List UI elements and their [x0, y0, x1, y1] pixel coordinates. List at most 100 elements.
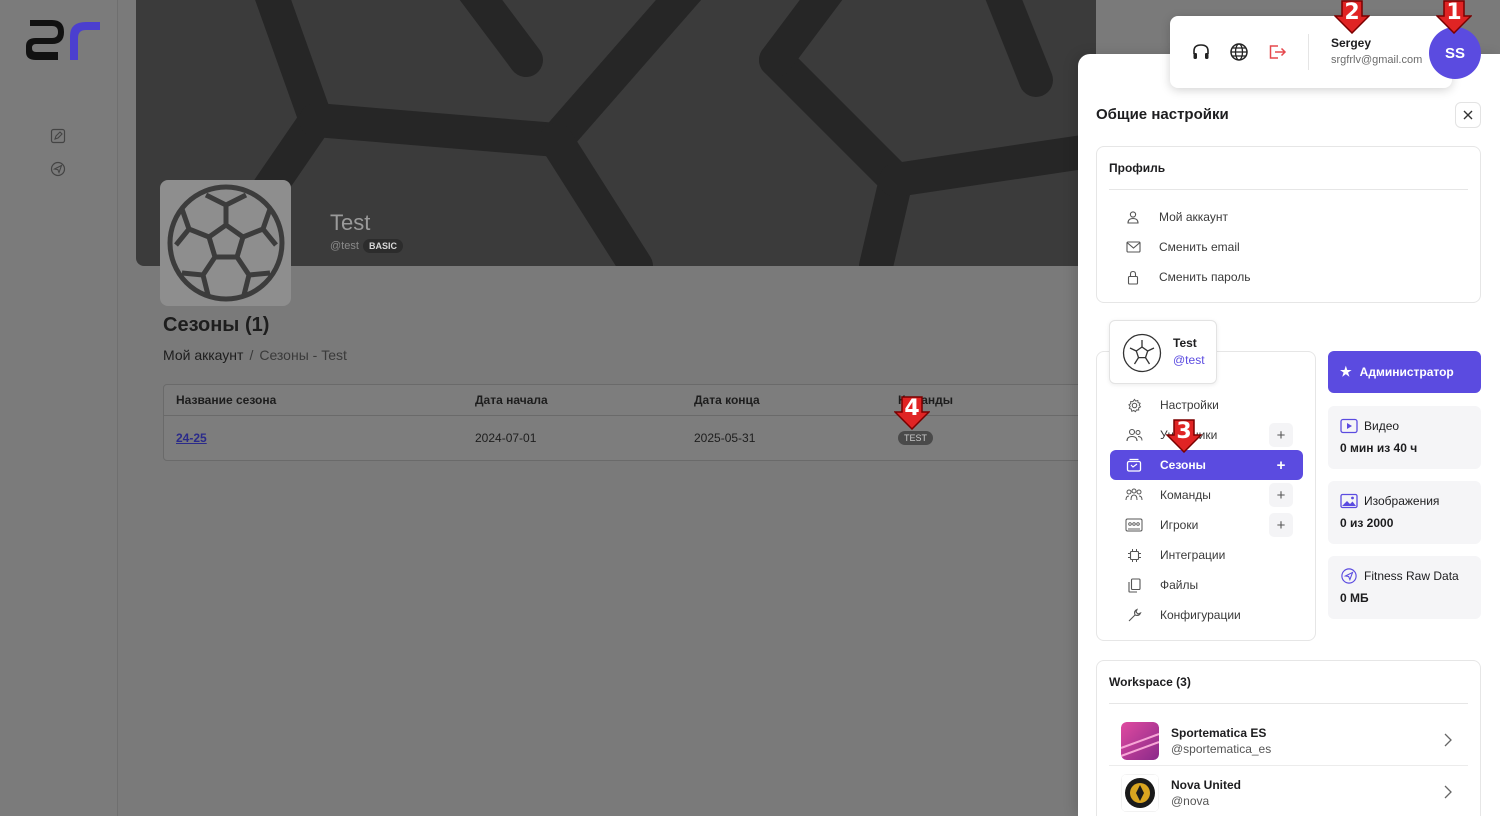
nav-players[interactable]: Игроки + — [1110, 510, 1303, 540]
files-icon — [1127, 577, 1141, 593]
breadcrumb-separator: / — [249, 347, 254, 363]
stat-images-label: Изображения — [1364, 494, 1440, 508]
nav-integrations[interactable]: Интеграции — [1110, 540, 1303, 570]
workspace-logo — [1121, 722, 1159, 760]
teams-icon — [1125, 488, 1143, 501]
nav-settings[interactable]: Настройки — [1110, 390, 1303, 420]
seasons-table: Название сезона Дата начала Дата конца К… — [163, 384, 1093, 461]
nav-teams[interactable]: Команды + — [1110, 480, 1303, 510]
calendar-stack-icon — [1126, 458, 1142, 472]
nav-teams-label: Команды — [1160, 488, 1211, 502]
stat-images: Изображения 0 из 2000 — [1328, 481, 1481, 544]
send-icon[interactable] — [50, 161, 66, 177]
nav-seasons[interactable]: Сезоны + — [1110, 450, 1303, 480]
chip-icon — [1127, 548, 1141, 562]
table-divider — [164, 415, 1092, 416]
workspace-handle: @sportematica_es — [1171, 742, 1272, 756]
season-link[interactable]: 24-25 — [176, 431, 207, 445]
menu-change-password[interactable]: Сменить пароль — [1109, 262, 1251, 292]
gear-icon — [1127, 398, 1141, 412]
nav-players-label: Игроки — [1160, 518, 1199, 532]
org-selector[interactable]: Test @test — [1109, 320, 1217, 384]
annotation-marker: 4 — [894, 396, 930, 430]
annotation-marker: 1 — [1436, 0, 1472, 34]
page-title: Сезоны (1) — [163, 314, 270, 336]
role-admin-button[interactable]: ★ Администратор — [1328, 351, 1481, 393]
nav-configurations-label: Конфигурации — [1160, 608, 1241, 622]
team-handle: @test — [330, 240, 359, 252]
annotation-marker-label: 4 — [904, 396, 920, 421]
chevron-right-icon — [1444, 733, 1452, 747]
annotation-marker-label: 1 — [1446, 0, 1462, 25]
workspace-handle: @nova — [1171, 794, 1210, 808]
annotation-marker: 2 — [1334, 0, 1370, 34]
annotation-marker-label: 2 — [1344, 0, 1360, 25]
star-icon: ★ — [1340, 364, 1352, 379]
plan-badge: BASIC — [363, 239, 404, 253]
add-member-button[interactable]: + — [1269, 423, 1293, 447]
user-avatar[interactable]: SS — [1429, 27, 1481, 79]
user-icon — [1127, 211, 1139, 224]
team-name: Test — [330, 210, 371, 235]
workspace-title: Workspace (3) — [1109, 675, 1191, 689]
stat-fitness-label: Fitness Raw Data — [1364, 569, 1459, 583]
annotation-marker-label: 3 — [1176, 419, 1192, 444]
nav-settings-label: Настройки — [1160, 398, 1219, 412]
settings-panel: Общие настройки Профиль Мой аккаунт Смен… — [1078, 54, 1500, 816]
logout-icon[interactable] — [1267, 42, 1287, 62]
menu-change-email[interactable]: Сменить email — [1109, 232, 1240, 262]
column-header-name[interactable]: Название сезона — [176, 393, 276, 407]
nav-members[interactable]: Участники + — [1110, 420, 1303, 450]
nav-seasons-label: Сезоны — [1160, 458, 1206, 472]
breadcrumb-root[interactable]: Мой аккаунт — [163, 347, 243, 363]
season-end-date: 2025-05-31 — [694, 431, 756, 445]
workspace-item[interactable]: Sportematica ES @sportematica_es — [1109, 716, 1468, 766]
sidebar — [0, 0, 118, 816]
org-handle: @test — [1173, 353, 1205, 367]
image-icon — [1340, 493, 1358, 509]
nav-files[interactable]: Файлы — [1110, 570, 1303, 600]
chevron-right-icon — [1444, 785, 1452, 799]
menu-my-account-label: Мой аккаунт — [1159, 210, 1228, 224]
mail-icon — [1125, 241, 1141, 253]
users-icon — [1125, 428, 1142, 442]
column-header-start[interactable]: Дата начала — [475, 393, 548, 407]
profile-title: Профиль — [1109, 161, 1166, 175]
workspace-divider — [1109, 703, 1468, 704]
season-start-date: 2024-07-01 — [475, 431, 537, 445]
players-icon — [1125, 518, 1143, 532]
profile-divider — [1109, 189, 1468, 190]
soccer-ball-icon — [1122, 333, 1162, 373]
add-player-button[interactable]: + — [1269, 513, 1293, 537]
column-header-end[interactable]: Дата конца — [694, 393, 760, 407]
edit-icon[interactable] — [50, 128, 66, 144]
add-team-button[interactable]: + — [1269, 483, 1293, 507]
send-icon — [1341, 568, 1357, 584]
stat-fitness: Fitness Raw Data 0 МБ — [1328, 556, 1481, 619]
stat-video-value: 0 мин из 40 ч — [1340, 441, 1418, 455]
add-season-button[interactable]: + — [1269, 453, 1293, 477]
workspace-name: Nova United — [1171, 778, 1242, 792]
nav-configurations[interactable]: Конфигурации — [1110, 600, 1303, 630]
team-avatar[interactable] — [160, 180, 291, 306]
wrench-icon — [1128, 607, 1142, 621]
user-email: srgfrlv@gmail.com — [1331, 54, 1423, 66]
soccer-ball-icon — [167, 184, 284, 302]
workspace-item[interactable]: Nova United @nova — [1109, 768, 1468, 816]
headset-icon[interactable] — [1191, 42, 1211, 62]
user-name: Sergey — [1331, 36, 1372, 50]
nav-integrations-label: Интеграции — [1160, 548, 1226, 562]
menu-my-account[interactable]: Мой аккаунт — [1109, 202, 1228, 232]
workspace-card: Workspace (3) Sportematica ES @sportemat… — [1096, 660, 1481, 816]
close-button[interactable] — [1455, 102, 1481, 128]
panel-title: Общие настройки — [1096, 106, 1229, 123]
team-badge[interactable]: TEST — [898, 431, 934, 445]
close-icon — [1463, 110, 1473, 120]
video-icon — [1340, 418, 1358, 434]
org-name: Test — [1173, 336, 1197, 350]
workspace-logo — [1121, 774, 1159, 812]
nav-files-label: Файлы — [1160, 578, 1199, 592]
globe-icon[interactable] — [1229, 42, 1249, 62]
app-logo[interactable] — [22, 16, 102, 66]
role-admin-label: Администратор — [1359, 365, 1454, 379]
